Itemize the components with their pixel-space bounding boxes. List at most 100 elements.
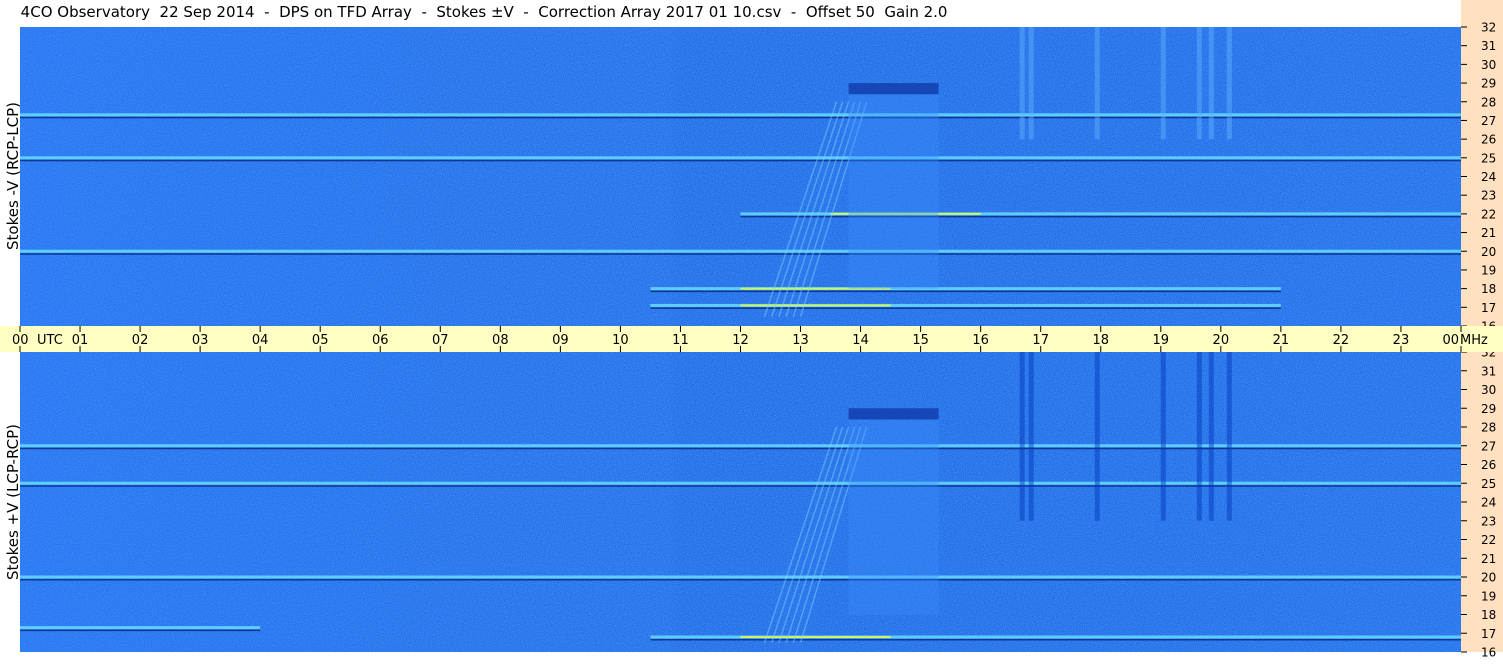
rfi-band-shadow bbox=[20, 447, 1461, 450]
time-tick-label: 17 bbox=[1032, 333, 1049, 348]
vertical-streak bbox=[1226, 27, 1232, 140]
frequency-tick-label: 26 bbox=[1481, 133, 1496, 147]
vertical-streak bbox=[1094, 352, 1100, 521]
time-tick-label: 16 bbox=[972, 333, 989, 348]
time-tick-label: 13 bbox=[792, 333, 809, 348]
frequency-tick-label: 23 bbox=[1481, 514, 1496, 528]
frequency-tick-label: 32 bbox=[1481, 21, 1496, 35]
frequency-tick-label: 18 bbox=[1481, 608, 1496, 622]
spectrogram-figure: 3231302928272625242322212019181716323130… bbox=[0, 0, 1503, 660]
time-tick-label: 21 bbox=[1273, 333, 1290, 348]
time-unit-label: UTC bbox=[37, 333, 63, 348]
time-tick-label: 23 bbox=[1393, 333, 1410, 348]
vertical-streak bbox=[1019, 27, 1025, 140]
time-tick-label: 12 bbox=[732, 333, 749, 348]
rfi-band-shadow bbox=[20, 629, 261, 632]
frequency-tick-label: 22 bbox=[1481, 533, 1496, 547]
rfi-band-shadow bbox=[20, 116, 1461, 119]
rfi-band bbox=[20, 444, 1461, 448]
frequency-tick-label: 28 bbox=[1481, 95, 1496, 109]
frequency-tick-label: 25 bbox=[1481, 477, 1496, 491]
time-tick-label: 02 bbox=[132, 333, 149, 348]
heatmap-panel-bottom: 3231302928272625242322212019181716 bbox=[20, 346, 1503, 660]
vertical-streak bbox=[1196, 352, 1202, 521]
bottom-panel-ylabel: Stokes +V (LCP-RCP) bbox=[4, 424, 22, 580]
rfi-band-shadow bbox=[20, 485, 1461, 487]
time-tick-label: 07 bbox=[432, 333, 449, 348]
time-tick-label: 01 bbox=[72, 333, 89, 348]
frequency-tick-label: 17 bbox=[1481, 301, 1496, 315]
frequency-tick-label: 28 bbox=[1481, 421, 1496, 435]
vertical-streak bbox=[1028, 352, 1034, 521]
frequency-tick-label: 22 bbox=[1481, 207, 1496, 221]
sun-transit-block bbox=[848, 408, 939, 615]
frequency-tick-label: 27 bbox=[1481, 114, 1496, 128]
rfi-band-hot bbox=[740, 636, 891, 638]
heatmap-shading bbox=[20, 352, 1461, 652]
sun-transit-block bbox=[848, 83, 939, 289]
frequency-tick-label: 17 bbox=[1481, 627, 1496, 641]
frequency-tick-label: 24 bbox=[1481, 496, 1496, 510]
frequency-tick-label: 19 bbox=[1481, 263, 1496, 277]
frequency-tick-label: 29 bbox=[1481, 77, 1496, 91]
top-panel-ylabel: Stokes -V (RCP-LCP) bbox=[4, 102, 22, 250]
rfi-band bbox=[20, 249, 1461, 253]
time-tick-label: 00 bbox=[12, 333, 29, 348]
sun-transit-dark-band bbox=[848, 83, 939, 95]
frequency-tick-label: 21 bbox=[1481, 226, 1496, 240]
rfi-band-hot bbox=[740, 304, 891, 307]
vertical-streak bbox=[1028, 27, 1034, 140]
time-tick-label: 11 bbox=[672, 333, 689, 348]
rfi-band-shadow bbox=[650, 290, 1281, 293]
time-tick-label: 18 bbox=[1092, 333, 1109, 348]
frequency-tick-label: 16 bbox=[1481, 646, 1496, 660]
vertical-streak bbox=[1226, 352, 1232, 521]
rfi-band-shadow bbox=[20, 253, 1461, 255]
heatmap-panel-top: 3231302928272625242322212019181716 bbox=[20, 0, 1503, 334]
rfi-band bbox=[20, 626, 261, 630]
time-tick-label: 22 bbox=[1333, 333, 1350, 348]
frequency-tick-label: 29 bbox=[1481, 402, 1496, 416]
time-tick-label: 08 bbox=[492, 333, 509, 348]
sun-transit-dark-band bbox=[848, 408, 939, 420]
frequency-tick-label: 24 bbox=[1481, 170, 1496, 184]
time-tick-label: 10 bbox=[612, 333, 629, 348]
vertical-streak bbox=[1094, 27, 1100, 140]
vertical-streak bbox=[1196, 27, 1202, 140]
frequency-tick-label: 25 bbox=[1481, 151, 1496, 165]
rfi-band-shadow bbox=[20, 159, 1461, 162]
frequency-tick-label: 20 bbox=[1481, 245, 1496, 259]
time-tick-label: 20 bbox=[1213, 333, 1230, 348]
rfi-band-shadow bbox=[650, 307, 1281, 309]
frequency-tick-label: 21 bbox=[1481, 552, 1496, 566]
vertical-streak bbox=[1208, 27, 1214, 140]
vertical-streak bbox=[1160, 27, 1166, 140]
frequency-tick-label: 30 bbox=[1481, 58, 1496, 72]
frequency-tick-label: 23 bbox=[1481, 189, 1496, 203]
frequency-tick-label: 19 bbox=[1481, 589, 1496, 603]
rfi-band bbox=[20, 575, 1461, 579]
time-tick-label: 19 bbox=[1153, 333, 1170, 348]
heatmap-shading bbox=[20, 27, 1461, 326]
frequency-tick-label: 31 bbox=[1481, 39, 1496, 53]
frequency-tick-label: 26 bbox=[1481, 458, 1496, 472]
rfi-band-shadow bbox=[20, 579, 1461, 581]
time-tick-label: 15 bbox=[912, 333, 929, 348]
frequency-tick-label: 20 bbox=[1481, 571, 1496, 585]
time-tick-label: 14 bbox=[852, 333, 869, 348]
frequency-tick-label: 31 bbox=[1481, 364, 1496, 378]
frequency-unit-label: MHz bbox=[1460, 333, 1488, 348]
frequency-tick-label: 27 bbox=[1481, 439, 1496, 453]
time-tick-label: 05 bbox=[312, 333, 329, 348]
time-tick-label: 04 bbox=[252, 333, 269, 348]
frequency-tick-label: 18 bbox=[1481, 282, 1496, 296]
time-tick-label: 06 bbox=[372, 333, 389, 348]
time-tick-label: 09 bbox=[552, 333, 569, 348]
vertical-streak bbox=[1160, 352, 1166, 521]
rfi-band bbox=[20, 481, 1461, 485]
frequency-tick-label: 30 bbox=[1481, 383, 1496, 397]
time-tick-label: 00 bbox=[1442, 333, 1459, 348]
vertical-streak bbox=[1019, 352, 1025, 521]
time-tick-label: 03 bbox=[192, 333, 209, 348]
rfi-band bbox=[20, 156, 1461, 160]
